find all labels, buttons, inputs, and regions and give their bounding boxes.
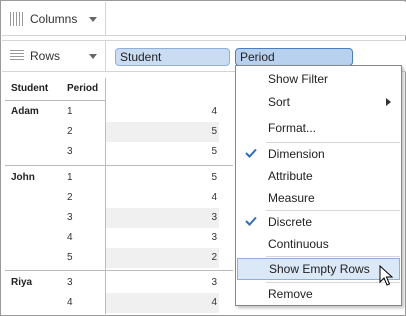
value-cell: 4 [211, 192, 217, 203]
table-row[interactable]: 3 3 [5, 208, 233, 228]
menu-item-dimension-label: Dimension [268, 147, 325, 161]
columns-label-text: Columns [30, 11, 78, 26]
group-divider [5, 270, 233, 271]
student-cell: Adam [11, 106, 39, 117]
table-row[interactable]: Adam 1 4 [5, 102, 233, 122]
student-header[interactable]: Student [11, 78, 48, 100]
value-cell: 5 [211, 172, 217, 183]
value-cell: 2 [106, 248, 219, 268]
check-icon [245, 148, 257, 158]
period-header[interactable]: Period [67, 78, 98, 100]
period-cell: 1 [67, 172, 73, 183]
value-cell: 3 [211, 277, 217, 288]
value-cell: 3 [106, 208, 219, 228]
table-row[interactable]: 2 5 [5, 122, 233, 142]
menu-item-dimension[interactable]: Dimension [237, 143, 400, 165]
rows-shelf-label[interactable]: Rows [2, 41, 106, 71]
period-cell: 2 [67, 192, 73, 203]
columns-grip-icon [10, 11, 24, 26]
student-pill[interactable]: Student [115, 48, 230, 66]
period-pill[interactable]: Period [235, 48, 353, 66]
period-cell: 1 [67, 106, 73, 117]
menu-item-remove[interactable]: Remove [237, 283, 400, 305]
menu-item-sort[interactable]: Sort [237, 91, 400, 113]
crosstab: Student Period Adam 1 4 2 5 3 5 John 1 5… [5, 78, 233, 314]
table-row[interactable]: 2 4 [5, 188, 233, 208]
value-cell: 4 [106, 293, 219, 313]
student-cell: Riya [11, 277, 33, 288]
table-row[interactable]: 5 2 [5, 248, 233, 268]
value-cell: 5 [106, 122, 219, 142]
table-row[interactable]: 4 4 [5, 293, 233, 313]
menu-item-attribute[interactable]: Attribute [237, 165, 400, 187]
chevron-down-icon[interactable] [89, 16, 97, 22]
value-cell: 5 [211, 146, 217, 157]
header-divider [5, 100, 105, 101]
period-cell: 5 [67, 252, 73, 263]
table-row[interactable]: 3 5 [5, 142, 233, 162]
period-cell: 2 [67, 126, 73, 137]
menu-separator [266, 256, 400, 257]
period-cell: 3 [67, 212, 73, 223]
menu-item-show-empty-rows[interactable]: Show Empty Rows [237, 258, 400, 280]
student-cell: John [11, 172, 35, 183]
chevron-down-icon[interactable] [89, 54, 97, 59]
rows-grip-icon [10, 50, 24, 62]
table-row[interactable]: John 1 5 [5, 168, 233, 188]
view-frame: Columns Rows Student Period Student Peri… [0, 0, 406, 316]
menu-item-sort-label: Sort [268, 95, 291, 109]
pill-context-menu: Show Filter Sort Format... Dimension Att… [235, 65, 402, 306]
table-row[interactable]: 4 3 [5, 228, 233, 248]
menu-item-measure[interactable]: Measure [237, 187, 400, 209]
period-cell: 3 [67, 146, 73, 157]
table-row[interactable]: Riya 3 3 [5, 273, 233, 293]
columns-shelf[interactable]: Columns [2, 2, 406, 36]
value-cell: 3 [211, 232, 217, 243]
rows-label-text: Rows [30, 49, 61, 63]
submenu-arrow-icon [386, 98, 391, 106]
period-cell: 4 [67, 297, 73, 308]
menu-item-discrete-label: Discrete [268, 215, 313, 229]
period-cell: 4 [67, 232, 73, 243]
columns-shelf-label[interactable]: Columns [2, 2, 106, 35]
menu-item-format[interactable]: Format... [237, 117, 400, 139]
menu-item-show-filter[interactable]: Show Filter [237, 68, 400, 90]
period-cell: 3 [67, 277, 73, 288]
value-cell: 4 [211, 106, 217, 117]
menu-item-discrete[interactable]: Discrete [237, 211, 400, 233]
menu-item-continuous[interactable]: Continuous [237, 233, 400, 255]
mouse-cursor-icon [379, 265, 393, 286]
group-divider [5, 165, 233, 166]
check-icon [245, 216, 257, 226]
